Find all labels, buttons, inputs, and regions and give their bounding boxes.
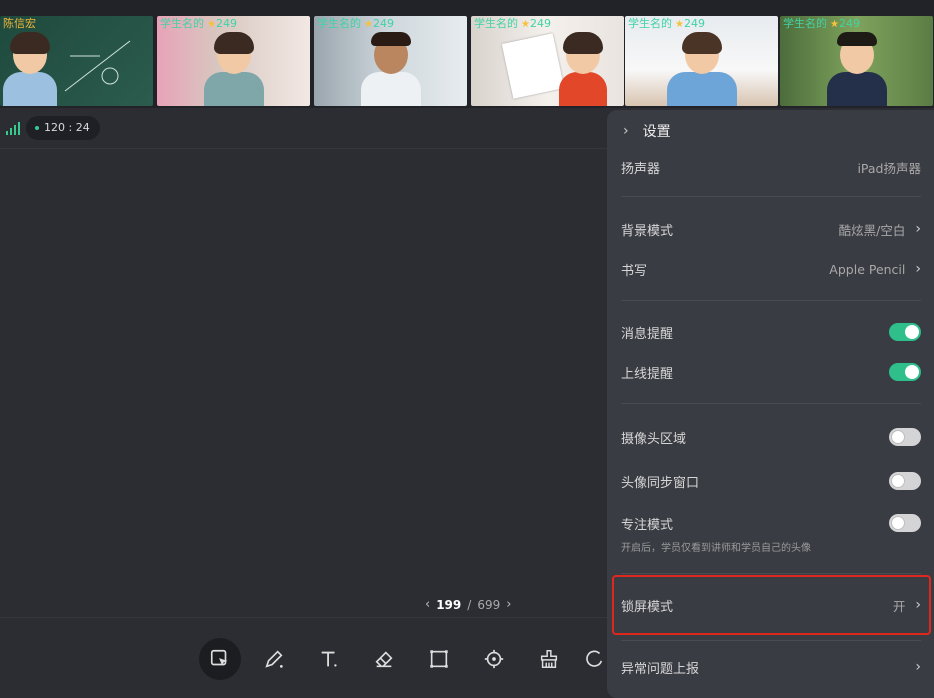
message-alert-row: 消息提醒	[621, 321, 921, 343]
total-pages: 699	[477, 597, 501, 612]
lock-screen-highlight	[612, 575, 931, 635]
rectangle-tool-button[interactable]	[418, 638, 460, 680]
current-page: 199	[436, 597, 462, 612]
clear-icon	[540, 650, 558, 668]
student-figure	[360, 32, 421, 106]
laser-pointer-icon	[484, 649, 504, 669]
student-figure	[203, 32, 264, 106]
online-alert-label: 上线提醒	[621, 366, 674, 382]
video-tile-student-5[interactable]: 学生名的 ★249	[780, 16, 933, 106]
eraser-tool-button[interactable]	[363, 638, 405, 680]
video-tile-student-1[interactable]: 学生名的 ★249	[157, 16, 310, 106]
chevron-right-icon: ›	[915, 659, 921, 675]
avatar-sync-label: 头像同步窗口	[621, 475, 700, 491]
settings-title: 设置	[642, 124, 671, 140]
speaker-value: iPad扬声器	[857, 160, 921, 176]
writing-value: Apple Pencil	[829, 261, 906, 277]
divider	[621, 573, 921, 574]
drawing-paper	[501, 33, 565, 99]
background-mode-label: 背景模式	[621, 223, 674, 239]
undo-icon	[586, 650, 603, 667]
eraser-icon	[375, 651, 393, 668]
tile-name: 学生名的 ★249	[317, 17, 394, 30]
tile-name: 陈信宏	[3, 17, 36, 30]
settings-header: › 设置	[607, 110, 934, 152]
student-figure	[826, 32, 887, 106]
star-icon: ★	[364, 19, 373, 30]
camera-area-label: 摄像头区域	[621, 431, 687, 447]
message-alert-toggle[interactable]	[889, 323, 921, 341]
video-strip: 陈信宏 学生名的 ★249 学生名的 ★249 学生名的 ★249 学生名的 ★…	[0, 0, 934, 108]
background-mode-row[interactable]: 背景模式 酷炫黑/空白 ›	[621, 218, 921, 240]
next-page-icon[interactable]: ›	[506, 597, 511, 612]
pen-icon	[265, 650, 283, 668]
clear-tool-button[interactable]	[528, 638, 570, 680]
writing-label: 书写	[621, 263, 648, 279]
chalkboard-drawing	[64, 40, 131, 92]
focus-mode-label: 专注模式	[621, 517, 674, 533]
tile-name: 学生名的 ★249	[160, 17, 237, 30]
select-tool-button[interactable]	[199, 638, 241, 680]
divider	[621, 300, 921, 301]
signal-strength-icon	[6, 121, 20, 135]
teacher-figure	[3, 32, 57, 106]
student-figure	[666, 32, 737, 106]
divider	[621, 196, 921, 197]
avatar-sync-row: 头像同步窗口	[621, 470, 921, 492]
camera-area-row: 摄像头区域	[621, 426, 921, 448]
undo-tool-button[interactable]	[583, 638, 607, 680]
tile-name: 学生名的 ★249	[628, 17, 705, 30]
writing-row[interactable]: 书写 Apple Pencil ›	[621, 258, 921, 280]
message-alert-label: 消息提醒	[621, 326, 674, 342]
speaker-row[interactable]: 扬声器 iPad扬声器	[621, 156, 921, 178]
chevron-right-icon: ›	[915, 261, 921, 277]
video-tile-student-4[interactable]: 学生名的 ★249	[625, 16, 778, 106]
star-icon: ★	[521, 19, 530, 30]
chevron-right-icon[interactable]: ›	[623, 123, 629, 139]
focus-mode-hint: 开启后，学员仅看到讲师和学员自己的头像	[621, 543, 811, 554]
class-timer: 120 : 24	[26, 116, 100, 140]
rectangle-icon	[430, 650, 448, 668]
laser-pointer-tool-button[interactable]	[473, 638, 515, 680]
video-tile-teacher[interactable]: 陈信宏	[0, 16, 153, 106]
divider	[621, 403, 921, 404]
select-icon	[210, 649, 228, 666]
prev-page-icon[interactable]: ‹	[425, 597, 430, 612]
star-icon: ★	[830, 19, 839, 30]
text-tool-button[interactable]	[308, 638, 350, 680]
online-alert-row: 上线提醒	[621, 361, 921, 383]
text-icon	[321, 651, 337, 667]
star-icon: ★	[675, 19, 684, 30]
pen-tool-button[interactable]	[253, 638, 295, 680]
camera-area-toggle[interactable]	[889, 428, 921, 446]
report-issue-row[interactable]: 异常问题上报 ›	[621, 656, 921, 678]
focus-mode-toggle[interactable]	[889, 514, 921, 532]
speaker-label: 扬声器	[621, 161, 661, 177]
chevron-right-icon: ›	[915, 221, 921, 237]
tile-name: 学生名的 ★249	[783, 17, 860, 30]
background-mode-value: 酷炫黑/空白	[838, 222, 906, 238]
avatar-sync-toggle[interactable]	[889, 472, 921, 490]
video-tile-student-2[interactable]: 学生名的 ★249	[314, 16, 467, 106]
student-figure	[559, 32, 607, 106]
star-icon: ★	[207, 19, 216, 30]
page-control: ‹ 199 / 699 ›	[425, 597, 511, 612]
tile-name: 学生名的 ★249	[474, 17, 551, 30]
report-issue-label: 异常问题上报	[621, 661, 700, 677]
online-alert-toggle[interactable]	[889, 363, 921, 381]
page-separator: /	[467, 597, 472, 612]
divider	[621, 640, 921, 641]
focus-mode-row: 专注模式	[621, 512, 921, 534]
video-tile-student-3[interactable]: 学生名的 ★249	[471, 16, 624, 106]
